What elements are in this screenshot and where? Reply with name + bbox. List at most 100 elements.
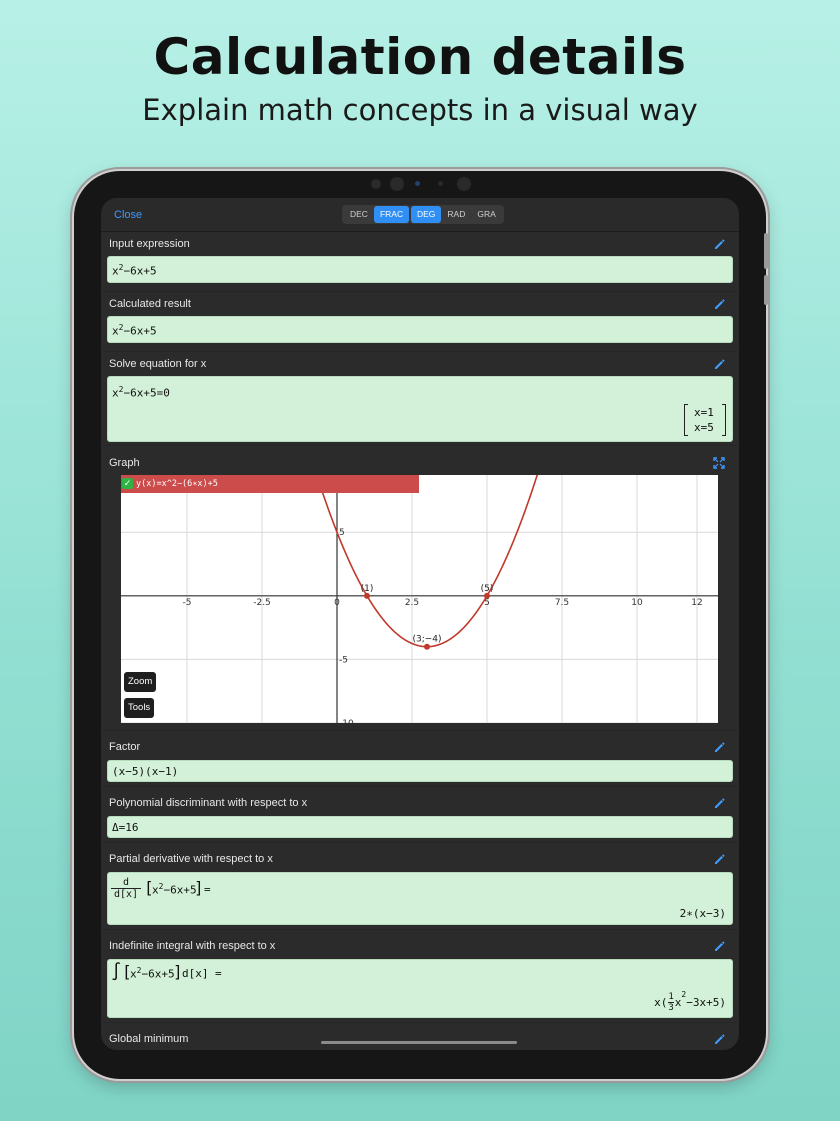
hero-title: Calculation details [153, 28, 687, 86]
section-label: Solve equation for x [109, 358, 207, 370]
number-format-toggle: DEC FRAC [342, 205, 412, 224]
section-label: Graph [109, 457, 140, 469]
input-expression-field[interactable]: x2−6x+5 [107, 256, 733, 283]
equals-sign: = [215, 967, 222, 980]
expand-icon[interactable] [713, 457, 725, 469]
edit-pencil-icon[interactable] [713, 358, 725, 370]
checkbox-checked-icon[interactable]: ✓ [122, 478, 133, 489]
derivative-result: 2∗(x−3) [679, 907, 726, 920]
section-label: Global minimum [109, 1033, 189, 1045]
graph-canvas[interactable]: -5-2.502.557.510125-5-10(1)(5)(3;−4) ✓ y… [121, 475, 718, 723]
solve-equation-field: x2−6x+5=0 x=1 x=5 [107, 376, 733, 442]
x-tick-label: 2.5 [405, 598, 419, 608]
zoom-button[interactable]: Zoom [124, 672, 157, 692]
solution-matrix: x=1 x=5 [684, 404, 726, 436]
camera-icon [457, 177, 471, 191]
factor-section: Factor (x−5)(x−1) [101, 731, 739, 786]
equals-sign: = [204, 883, 211, 896]
discriminant-value: Δ=16 [112, 821, 139, 834]
x-tick-label: -2.5 [253, 598, 271, 608]
factor-field: (x−5)(x−1) [107, 760, 733, 782]
derivative-fraction: d d[x] [111, 877, 141, 900]
angle-unit-toggle: DEG RAD GRA [409, 205, 504, 224]
expr-text: x( [654, 995, 668, 1009]
edit-pencil-icon[interactable] [713, 1033, 725, 1045]
expr-text: x [112, 264, 119, 278]
fraction-numerator: d [122, 877, 130, 888]
x-tick-label: 12 [691, 598, 702, 608]
expr-text: −6x+5 [163, 883, 197, 897]
x-tick-label: 10 [631, 598, 643, 608]
mode-dec-button[interactable]: DEC [344, 206, 374, 223]
expr-text: x [112, 324, 119, 338]
solve-equation-section: Solve equation for x x2−6x+5=0 x=1 x=5 [101, 352, 739, 445]
expr-text: −6x+5 [123, 324, 157, 338]
expr-text: x [112, 386, 119, 400]
home-indicator[interactable] [321, 1041, 517, 1044]
legend-label: y(x)=x^2−(6∗x)+5 [136, 479, 218, 489]
derivative-section: Partial derivative with respect to x d d… [101, 843, 739, 929]
graph-legend[interactable]: ✓ y(x)=x^2−(6∗x)+5 [121, 475, 419, 493]
solution-item: x=1 [694, 406, 714, 419]
y-tick-label: -10 [339, 719, 354, 723]
fraction-denominator: 3 [668, 1001, 674, 1013]
edit-pencil-icon[interactable] [713, 797, 725, 809]
discriminant-section: Polynomial discriminant with respect to … [101, 787, 739, 842]
section-label: Calculated result [109, 298, 191, 310]
edit-pencil-icon[interactable] [713, 238, 725, 250]
mode-deg-button[interactable]: DEG [411, 206, 442, 223]
volume-button [764, 275, 768, 305]
integral-section: Indefinite integral with respect to x ∫ … [101, 930, 739, 1022]
tools-button[interactable]: Tools [124, 698, 155, 718]
top-toolbar: Close DEC FRAC DEG RAD GRA [101, 198, 739, 232]
calculated-result-section: Calculated result x2−6x+5 [101, 292, 739, 351]
integral-dx: d[x] [182, 967, 209, 980]
bracket-close: ] [194, 878, 204, 897]
point-label: (1) [361, 584, 374, 594]
section-label: Indefinite integral with respect to x [109, 940, 276, 952]
section-label: Factor [109, 741, 141, 753]
expr-text: −6x+5 [141, 967, 175, 981]
expr-text: −6x+5 [123, 264, 157, 278]
factor-value: (x−5)(x−1) [112, 765, 179, 778]
solution-item: x=5 [694, 421, 714, 434]
section-label: Partial derivative with respect to x [109, 853, 273, 865]
sensor-icon [438, 181, 443, 186]
expr-text: −6x+5=0 [123, 386, 170, 400]
expr-text: −3x+5) [686, 995, 726, 1009]
expr-text: x [130, 967, 137, 981]
input-expression-section: Input expression x2−6x+5 [101, 232, 739, 291]
app-screen: Close DEC FRAC DEG RAD GRA Input express… [101, 198, 739, 1050]
x-tick-label: -5 [183, 598, 192, 608]
mode-rad-button[interactable]: RAD [441, 206, 471, 223]
point-label: (5) [481, 584, 494, 594]
result-fraction: 1 3 [668, 991, 674, 1013]
mode-frac-button[interactable]: FRAC [373, 206, 410, 223]
integral-result: x( 1 3 x 2 −3x+5) [654, 990, 726, 1014]
y-tick-label: -5 [339, 655, 348, 665]
point-label: (3;−4) [412, 635, 441, 645]
y-tick-label: 5 [339, 528, 345, 538]
x-tick-label: 7.5 [555, 598, 569, 608]
fraction-denominator: d[x] [111, 888, 141, 900]
sensor-icon [371, 179, 381, 189]
fraction-numerator: 1 [668, 991, 674, 1002]
edit-pencil-icon[interactable] [713, 741, 725, 753]
sensor-icon [415, 181, 420, 186]
edit-pencil-icon[interactable] [713, 298, 725, 310]
close-button[interactable]: Close [114, 209, 142, 221]
edit-pencil-icon[interactable] [713, 940, 725, 952]
hero-subtitle: Explain math concepts in a visual way [142, 93, 698, 127]
expr-text: x [674, 995, 682, 1009]
expr-text: x [152, 883, 159, 897]
edit-pencil-icon[interactable] [713, 853, 725, 865]
global-minimum-section: Global minimum [101, 1023, 739, 1050]
x-tick-label: 0 [334, 598, 340, 608]
tablet-device: Close DEC FRAC DEG RAD GRA Input express… [74, 171, 768, 1079]
discriminant-field: Δ=16 [107, 816, 733, 838]
function-plot[interactable]: -5-2.502.557.510125-5-10(1)(5)(3;−4) [121, 475, 718, 723]
camera-icon [390, 177, 404, 191]
section-label: Input expression [109, 238, 190, 250]
mode-gra-button[interactable]: GRA [471, 206, 501, 223]
derivative-field: d d[x] [ x2−6x+5 ] = 2∗(x−3) [107, 872, 733, 925]
